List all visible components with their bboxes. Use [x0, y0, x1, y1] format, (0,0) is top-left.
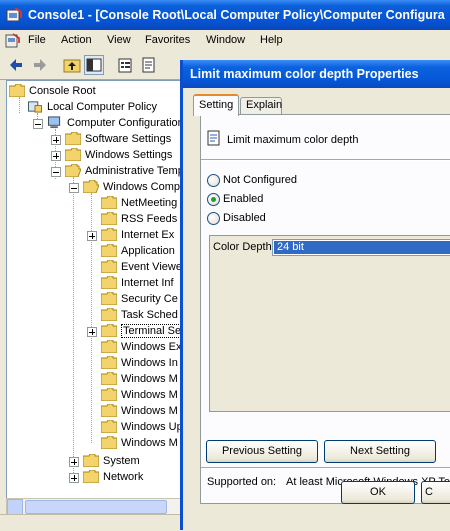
properties-icon[interactable]: [115, 55, 135, 75]
dialog-title-bar[interactable]: Limit maximum color depth Properties: [183, 60, 450, 88]
tab-setting[interactable]: Setting: [193, 94, 239, 116]
policy-setting-icon: [207, 130, 220, 146]
menu-window[interactable]: Window: [206, 34, 245, 46]
collapse-toggle[interactable]: [33, 119, 43, 129]
folder-icon: [101, 292, 117, 305]
folder-icon: [101, 324, 117, 337]
scroll-left-icon[interactable]: [7, 499, 23, 515]
expand-toggle[interactable]: [51, 135, 61, 145]
supported-on-label: Supported on:: [207, 476, 277, 488]
options-box: [209, 235, 450, 412]
expand-toggle[interactable]: [69, 457, 79, 467]
expand-toggle[interactable]: [51, 151, 61, 161]
folder-icon: [101, 372, 117, 385]
menu-help[interactable]: Help: [260, 34, 283, 46]
folder-icon: [83, 454, 99, 467]
folder-icon: [101, 308, 117, 321]
folder-icon: [101, 388, 117, 401]
folder-icon: [101, 276, 117, 289]
main-title-bar[interactable]: Console1 - [Console Root\Local Computer …: [0, 0, 450, 30]
dialog-title: Limit maximum color depth Properties: [190, 67, 419, 81]
color-depth-value: 24 bit: [277, 241, 304, 253]
radio-not-configured[interactable]: [207, 174, 220, 187]
menu-file[interactable]: File: [28, 34, 46, 46]
scroll-thumb[interactable]: [25, 500, 167, 514]
ok-button[interactable]: OK: [341, 481, 415, 504]
color-depth-label: Color Depth: [213, 241, 272, 253]
policy-name: Limit maximum color depth: [227, 134, 359, 146]
mmc-app-icon: [6, 7, 22, 22]
menu-view[interactable]: View: [107, 34, 131, 46]
open-folder-icon: [65, 164, 81, 177]
console-tree-icon: [86, 58, 102, 72]
radio-enabled-label[interactable]: Enabled: [223, 193, 263, 205]
folder-icon: [101, 244, 117, 257]
folder-icon: [101, 260, 117, 273]
folder-icon: [101, 436, 117, 449]
folder-icon: [83, 470, 99, 483]
previous-setting-button[interactable]: Previous Setting: [206, 440, 318, 463]
folder-icon: [101, 404, 117, 417]
properties-dialog: Limit maximum color depth Properties Set…: [180, 60, 450, 530]
menu-action[interactable]: Action: [61, 34, 92, 46]
collapse-toggle[interactable]: [69, 183, 79, 193]
radio-disabled-label[interactable]: Disabled: [223, 212, 266, 224]
next-setting-button[interactable]: Next Setting: [324, 440, 436, 463]
folder-icon: [101, 420, 117, 433]
folder-icon: [101, 340, 117, 353]
show-hide-tree-button[interactable]: [84, 55, 104, 75]
up-folder-icon[interactable]: [62, 55, 82, 75]
main-window-title: Console1 - [Console Root\Local Computer …: [28, 8, 445, 22]
expand-toggle[interactable]: [87, 327, 97, 337]
folder-icon: [101, 196, 117, 209]
menu-bar: File Action View Favorites Window Help: [0, 30, 450, 52]
expand-toggle[interactable]: [87, 231, 97, 241]
radio-enabled[interactable]: [207, 193, 220, 206]
back-arrow-icon[interactable]: [6, 55, 26, 75]
cancel-button[interactable]: C: [421, 481, 450, 504]
policy-icon: [28, 101, 42, 113]
open-folder-icon: [83, 180, 99, 193]
color-depth-select[interactable]: 24 bit: [272, 239, 450, 256]
expand-toggle[interactable]: [69, 473, 79, 483]
menu-favorites[interactable]: Favorites: [145, 34, 190, 46]
radio-disabled[interactable]: [207, 212, 220, 225]
folder-icon: [65, 148, 81, 161]
export-list-icon[interactable]: [139, 55, 159, 75]
radio-not-configured-label[interactable]: Not Configured: [223, 174, 297, 186]
folder-icon: [65, 132, 81, 145]
console-menu-icon[interactable]: [4, 33, 20, 49]
folder-icon: [101, 356, 117, 369]
folder-icon: [101, 212, 117, 225]
computer-icon: [48, 116, 61, 129]
forward-arrow-icon[interactable]: [30, 55, 50, 75]
folder-icon: [101, 228, 117, 241]
folder-icon: [9, 84, 25, 97]
collapse-toggle[interactable]: [51, 167, 61, 177]
